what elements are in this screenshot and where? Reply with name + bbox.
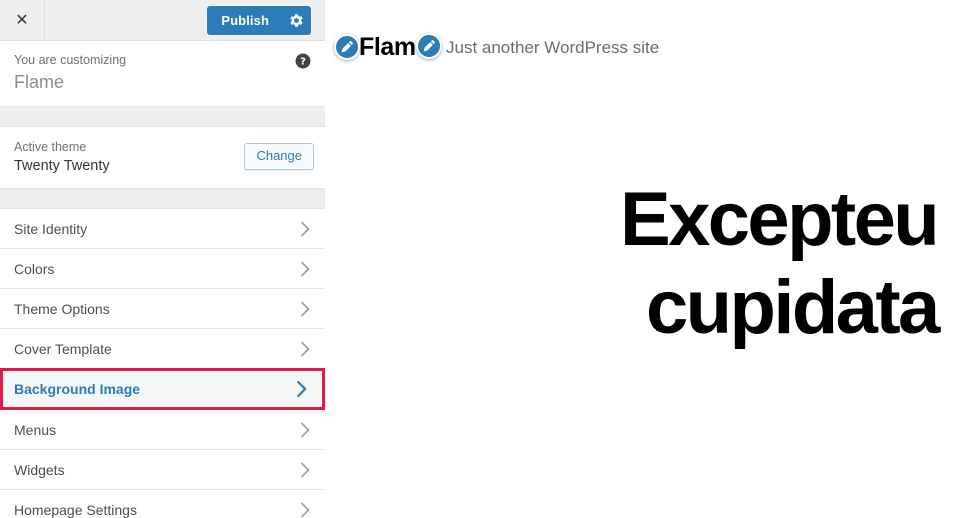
- chevron-right-icon: [300, 301, 311, 317]
- chevron-right-icon: [300, 502, 311, 518]
- sidebar-gap-bottom: [0, 189, 325, 208]
- sidebar-item-homepage-settings[interactable]: Homepage Settings: [0, 490, 325, 518]
- publish-button[interactable]: Publish: [207, 6, 281, 35]
- chevron-right-icon: [300, 341, 311, 357]
- customizer-panel-list: Site Identity Colors Theme Options Cover…: [0, 208, 325, 518]
- chevron-right-icon: [300, 221, 311, 237]
- sidebar-item-colors[interactable]: Colors: [0, 249, 325, 289]
- chevron-right-icon: [300, 462, 311, 478]
- customizer-topbar: ✕ Publish: [0, 0, 325, 41]
- chevron-right-icon: [296, 380, 308, 398]
- gear-icon: [289, 14, 303, 27]
- sidebar-item-label: Widgets: [14, 461, 65, 478]
- sidebar-item-label: Homepage Settings: [14, 501, 137, 518]
- preview-post-heading-line-1: Excepteu: [620, 177, 940, 262]
- sidebar-item-theme-options[interactable]: Theme Options: [0, 289, 325, 329]
- publish-settings-button[interactable]: [281, 6, 311, 35]
- svg-text:?: ?: [300, 57, 306, 68]
- sidebar-item-site-identity[interactable]: Site Identity: [0, 209, 325, 249]
- edit-pencil-icon: [341, 41, 353, 53]
- sidebar-item-label: Menus: [14, 421, 57, 438]
- sidebar-item-widgets[interactable]: Widgets: [0, 450, 325, 490]
- sidebar-item-label: Theme Options: [14, 300, 110, 317]
- sidebar-item-cover-template[interactable]: Cover Template: [0, 329, 325, 369]
- close-icon: ✕: [15, 10, 29, 29]
- customizing-pretitle: You are customizing: [14, 53, 127, 67]
- preview-post-heading: Excepteu cupidata: [620, 176, 969, 352]
- help-icon: ?: [295, 53, 311, 69]
- edit-shortcut-site-title-button[interactable]: [334, 34, 360, 60]
- chevron-right-icon: [300, 422, 311, 438]
- site-preview-pane[interactable]: Flame Just another WordPress site Except…: [325, 0, 969, 518]
- preview-site-header: Flame Just another WordPress site: [325, 0, 969, 92]
- sidebar-item-label: Background Image: [14, 381, 141, 397]
- sidebar-item-label: Cover Template: [14, 340, 112, 357]
- sidebar-item-menus[interactable]: Menus: [0, 410, 325, 450]
- customizing-site-name: Flame: [14, 72, 65, 92]
- sidebar-item-background-image[interactable]: Background Image: [0, 368, 325, 410]
- customizer-screen: ✕ Publish You are customizing Flame ? Ac…: [0, 0, 969, 518]
- edit-shortcut-tagline-button[interactable]: [416, 33, 442, 59]
- sidebar-item-label: Site Identity: [14, 220, 88, 237]
- preview-post-heading-line-2: cupidata: [646, 265, 940, 350]
- close-customizer-button[interactable]: ✕: [0, 0, 45, 40]
- sidebar-gap-top: [0, 107, 325, 126]
- help-button[interactable]: ?: [295, 53, 311, 69]
- active-theme-section: Active theme Twenty Twenty Change: [0, 126, 325, 189]
- publish-group: Publish: [207, 6, 311, 35]
- sidebar-item-label: Colors: [14, 260, 55, 277]
- customizer-sidebar: ✕ Publish You are customizing Flame ? Ac…: [0, 0, 325, 518]
- preview-site-tagline: Just another WordPress site: [446, 38, 660, 57]
- edit-pencil-icon: [423, 40, 435, 52]
- customizing-section: You are customizing Flame ?: [0, 41, 325, 107]
- chevron-right-icon: [300, 261, 311, 277]
- change-theme-button[interactable]: Change: [244, 143, 314, 170]
